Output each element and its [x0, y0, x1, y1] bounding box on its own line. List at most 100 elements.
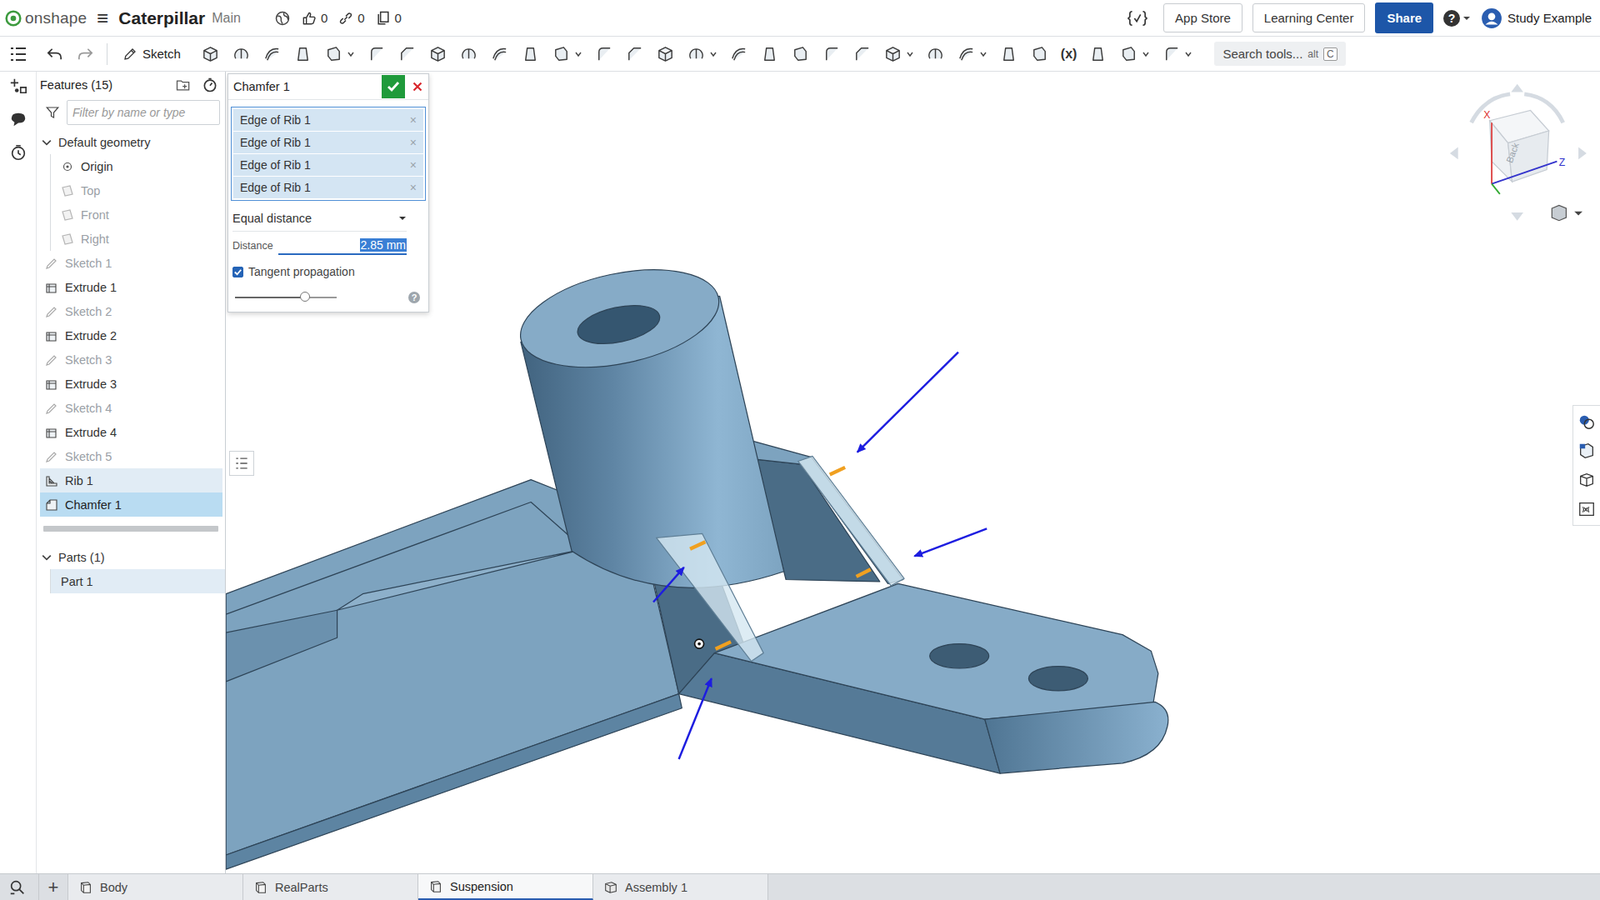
- filter-input[interactable]: [66, 100, 220, 125]
- feature-item[interactable]: Sketch 2: [40, 299, 223, 324]
- plane-tool-icon[interactable]: [925, 44, 945, 64]
- filter-funnel-icon[interactable]: [45, 105, 60, 120]
- menu-button[interactable]: ≡: [96, 8, 109, 29]
- likes-count[interactable]: 0: [300, 10, 328, 27]
- model-canvas[interactable]: BackXZ: [225, 71, 1600, 874]
- move-face-tool-icon[interactable]: [852, 44, 872, 64]
- sketch-button[interactable]: Sketch: [119, 43, 185, 65]
- dropdown-caret-icon[interactable]: [1141, 50, 1150, 59]
- panel-toggle[interactable]: [229, 450, 255, 476]
- chamfer-edges[interactable]: [690, 467, 871, 650]
- onshape-logo-icon[interactable]: [5, 10, 22, 27]
- cylinder-hole[interactable]: [574, 299, 664, 351]
- appearance-icon[interactable]: [1577, 412, 1596, 431]
- left-arm-side-face[interactable]: [225, 694, 682, 870]
- delete-part-tool-icon[interactable]: [729, 44, 749, 64]
- parts-group[interactable]: Parts (1): [36, 545, 225, 570]
- boolean-tool-icon[interactable]: [625, 44, 645, 64]
- slider-track[interactable]: [235, 296, 337, 299]
- remove-selection-button[interactable]: ×: [410, 158, 417, 172]
- mirror-tool-icon[interactable]: [594, 44, 614, 64]
- chamfer-tool-icon[interactable]: [397, 44, 417, 64]
- offset-surface-tool-icon[interactable]: [821, 44, 841, 64]
- feature-item[interactable]: Extrude 4: [40, 420, 223, 445]
- checkbox[interactable]: [232, 266, 244, 278]
- user-menu[interactable]: Study Example: [1480, 7, 1592, 30]
- custom-features-tool-icon[interactable]: [1161, 44, 1181, 64]
- variable-tool[interactable]: (x): [1060, 46, 1078, 62]
- sheet-metal-tool-icon[interactable]: [883, 44, 903, 64]
- feature-item[interactable]: Extrude 1: [40, 275, 223, 300]
- feature-item[interactable]: Sketch 1: [40, 250, 223, 275]
- add-tab-button[interactable]: +: [38, 874, 69, 900]
- feature-item[interactable]: Top: [50, 178, 225, 203]
- selection-list[interactable]: Edge of Rib 1×Edge of Rib 1×Edge of Rib …: [230, 106, 426, 201]
- dropdown-caret-icon[interactable]: [709, 50, 718, 59]
- modify-fillet-tool-icon[interactable]: [760, 44, 780, 64]
- shell-tool-icon[interactable]: [490, 44, 510, 64]
- tab-manager-icon[interactable]: [8, 878, 27, 897]
- document-tab[interactable]: Assembly 1: [593, 874, 769, 900]
- feature-item[interactable]: Sketch 4: [40, 395, 223, 420]
- mate-connector-tool-icon[interactable]: [1030, 44, 1050, 64]
- left-arm-pocket[interactable]: [225, 610, 337, 682]
- right-arm-top-face[interactable]: [714, 583, 1158, 720]
- help-menu[interactable]: ?: [1443, 10, 1471, 27]
- add-folder-icon[interactable]: [175, 76, 192, 94]
- thicken-tool-icon[interactable]: [324, 44, 344, 64]
- feature-item[interactable]: Chamfer 1: [40, 492, 223, 517]
- history-icon[interactable]: [9, 143, 28, 162]
- document-tab[interactable]: RealParts: [243, 874, 419, 900]
- remove-selection-button[interactable]: ×: [410, 180, 417, 195]
- configurations-icon[interactable]: [1577, 470, 1596, 490]
- part-item[interactable]: Part 1: [50, 569, 225, 594]
- dropdown-caret-icon[interactable]: [979, 50, 988, 59]
- rib-preview[interactable]: [798, 455, 905, 585]
- rebuild-timer-icon[interactable]: [201, 76, 219, 94]
- view-cube-face-label[interactable]: Back: [1504, 140, 1521, 165]
- loft-tool-icon[interactable]: [293, 44, 313, 64]
- redo-icon[interactable]: [75, 44, 95, 64]
- hole-tool-icon[interactable]: [520, 44, 540, 64]
- remove-selection-button[interactable]: ×: [410, 113, 417, 127]
- dropdown-caret-icon[interactable]: [1184, 50, 1193, 59]
- cylinder-top-face[interactable]: [511, 253, 728, 384]
- sweep-tool-icon[interactable]: [262, 44, 282, 64]
- top-button[interactable]: Learning Center: [1252, 3, 1366, 33]
- simulation-tool-icon[interactable]: [1119, 44, 1139, 64]
- feature-item[interactable]: Extrude 3: [40, 371, 223, 396]
- dropdown-caret-icon[interactable]: [346, 50, 355, 59]
- default-geometry-group[interactable]: Default geometry: [36, 130, 225, 155]
- selection-item[interactable]: Edge of Rib 1×: [233, 131, 424, 154]
- configure-tool-icon[interactable]: [1088, 44, 1108, 64]
- distance-field[interactable]: Distance2.85 mm: [232, 233, 407, 259]
- rollback-bar[interactable]: [43, 525, 219, 532]
- search-tools[interactable]: Search tools...altC: [1214, 41, 1345, 66]
- mount-hole[interactable]: [1028, 666, 1088, 691]
- chevron-icon[interactable]: [41, 552, 52, 563]
- feature-item[interactable]: Right: [50, 226, 225, 251]
- distance-input[interactable]: 2.85 mm: [278, 236, 407, 255]
- variables-table-icon[interactable]: [1577, 500, 1596, 519]
- branch-name[interactable]: Main: [211, 10, 241, 26]
- chamfer-type-dropdown[interactable]: Equal distance: [232, 205, 407, 232]
- rib-preview[interactable]: [656, 533, 765, 661]
- feature-item[interactable]: Origin: [50, 154, 225, 179]
- mount-hole[interactable]: [930, 644, 990, 669]
- help-button[interactable]: ?: [1443, 10, 1460, 27]
- variables-icon[interactable]: [1126, 9, 1149, 28]
- brand[interactable]: onshape: [5, 9, 87, 28]
- helix-tool-icon[interactable]: [999, 44, 1019, 64]
- selection-item[interactable]: Edge of Rib 1×: [233, 109, 424, 131]
- slider-thumb[interactable]: [300, 291, 310, 302]
- document-tab[interactable]: Body: [68, 874, 244, 900]
- add-mate-icon[interactable]: [9, 76, 28, 95]
- transform-tool-icon[interactable]: [686, 44, 706, 64]
- view-cube[interactable]: BackXZ: [1450, 84, 1587, 221]
- revolve-tool-icon[interactable]: [231, 44, 251, 64]
- curve-tool-icon[interactable]: [956, 44, 976, 64]
- cancel-x-icon[interactable]: [410, 79, 425, 95]
- copies-count[interactable]: 0: [375, 10, 402, 27]
- undo-icon[interactable]: [45, 44, 65, 64]
- accept-button[interactable]: [381, 75, 405, 99]
